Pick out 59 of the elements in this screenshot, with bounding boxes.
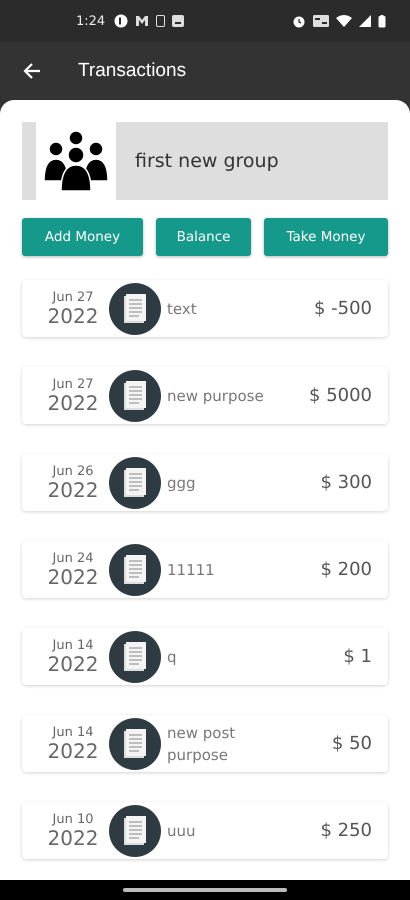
phone-icon xyxy=(156,15,166,27)
document-icon xyxy=(109,544,161,596)
document-icon xyxy=(109,630,161,682)
back-icon[interactable] xyxy=(22,61,42,81)
document-icon xyxy=(109,804,161,856)
document-icon xyxy=(109,456,161,508)
document-icon xyxy=(109,370,161,422)
home-handle[interactable] xyxy=(123,888,287,892)
transaction-date: Jun 27 xyxy=(52,290,94,305)
status-time: 1:24 xyxy=(76,14,106,28)
transaction-year: 2022 xyxy=(48,392,98,414)
transaction-purpose: text xyxy=(167,298,198,320)
page-title: Transactions xyxy=(78,60,186,82)
transaction-date: Jun 24 xyxy=(52,551,94,566)
document-icon xyxy=(109,718,161,770)
transaction-amount: $ 300 xyxy=(320,472,372,493)
document-icon xyxy=(109,282,161,334)
transaction-year: 2022 xyxy=(48,305,98,327)
transaction-purpose: 11111 xyxy=(167,560,216,580)
transaction-card[interactable]: Jun 10 2022 uuu $ 250 xyxy=(22,802,388,859)
transaction-card[interactable]: Jun 26 2022 ggg $ 300 xyxy=(22,454,388,511)
transaction-card[interactable]: Jun 27 2022 new purpose $ 5000 xyxy=(22,367,388,424)
transaction-date: Jun 26 xyxy=(52,464,94,479)
battery-icon xyxy=(378,14,386,28)
transaction-card[interactable]: Jun 27 2022 text $ -500 xyxy=(22,280,388,337)
transaction-year: 2022 xyxy=(48,827,98,849)
group-name: first new group xyxy=(135,150,279,172)
transaction-amount: $ 250 xyxy=(320,820,372,841)
card-icon xyxy=(313,15,329,27)
transaction-year: 2022 xyxy=(48,479,98,501)
transaction-date: Jun 14 xyxy=(52,725,94,740)
transaction-card[interactable]: Jun 14 2022 new post purpose $ 50 xyxy=(22,715,388,772)
transaction-card[interactable]: Jun 24 2022 11111 $ 200 xyxy=(22,541,388,598)
transaction-purpose: q xyxy=(167,646,178,668)
transaction-amount: $ 5000 xyxy=(309,385,372,406)
transaction-year: 2022 xyxy=(48,566,98,588)
transaction-purpose: new purpose xyxy=(167,386,265,406)
image-icon xyxy=(172,15,184,27)
alarm-icon xyxy=(292,14,306,28)
signal-icon xyxy=(359,15,371,27)
transaction-amount: $ 1 xyxy=(343,646,372,667)
transaction-date: Jun 27 xyxy=(52,377,94,392)
transaction-purpose: uuu xyxy=(167,820,197,842)
action-button[interactable]: Take Money xyxy=(264,218,388,256)
action-button[interactable]: Add Money xyxy=(22,218,143,256)
transaction-date: Jun 10 xyxy=(52,812,94,827)
transaction-amount: $ 200 xyxy=(320,559,372,580)
transaction-date: Jun 14 xyxy=(52,638,94,653)
transaction-purpose: new post purpose xyxy=(167,722,236,766)
transaction-year: 2022 xyxy=(48,740,98,762)
wifi-icon xyxy=(336,15,352,27)
transaction-amount: $ 50 xyxy=(332,733,372,754)
app-notification-icon xyxy=(114,14,128,28)
transaction-amount: $ -500 xyxy=(314,298,372,319)
transaction-purpose: ggg xyxy=(167,472,197,494)
transaction-year: 2022 xyxy=(48,653,98,675)
mail-icon xyxy=(135,15,150,27)
transaction-card[interactable]: Jun 14 2022 q $ 1 xyxy=(22,628,388,685)
action-button[interactable]: Balance xyxy=(156,218,251,256)
